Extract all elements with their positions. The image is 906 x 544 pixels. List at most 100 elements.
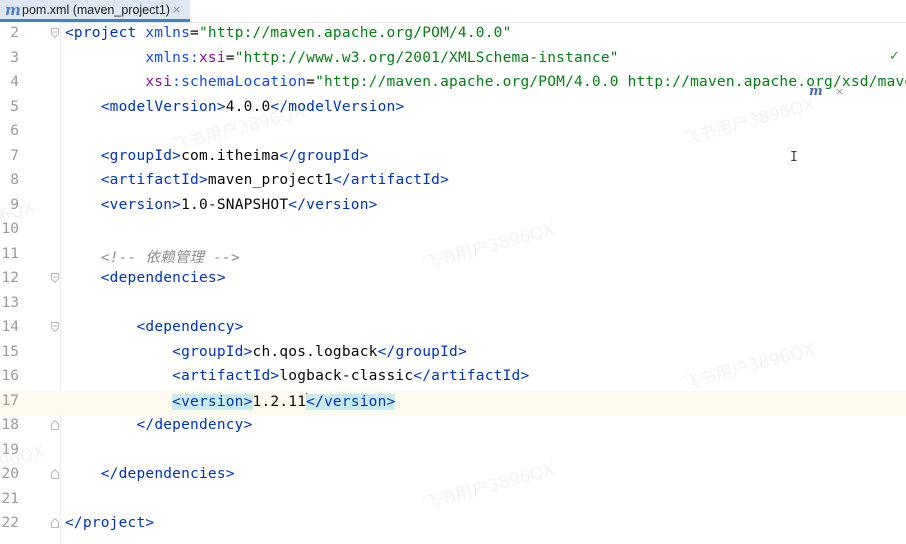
code-editor[interactable]: 2 <project xmlns="http://maven.apache.org… [0,22,906,544]
code-line[interactable]: 18 </dependency> [0,415,906,440]
code-token: 1.0-SNAPSHOT [181,196,289,213]
line-number: 22 [1,515,19,531]
code-text[interactable]: <dependencies> [65,270,226,286]
line-number: 15 [1,343,19,360]
code-line[interactable]: 12 <dependencies> [0,268,906,293]
code-token: ch.qos.logback [252,343,378,360]
tab-title: pom.xml (maven_project1) [22,3,170,17]
fold-close-icon[interactable] [51,518,59,528]
fold-close-icon[interactable] [51,420,59,430]
code-line[interactable]: 10 [0,219,906,244]
code-text[interactable]: </dependencies> [65,466,235,482]
code-token: xmlns: [145,49,199,66]
code-line[interactable]: 13 [0,293,906,318]
code-token: com.itheima [181,147,280,164]
code-text[interactable]: <version>1.2.11</version> [65,392,396,410]
code-line[interactable]: 22 </project> [0,513,906,538]
code-token: </groupId> [377,343,467,360]
code-line[interactable]: 6 [0,121,906,146]
code-token: <dependency> [136,319,244,335]
code-text[interactable]: <groupId>com.itheima</groupId> [65,148,369,164]
code-token: </version> [288,196,378,213]
code-line[interactable]: 16 <artifactId>logback-classic</artifact… [0,366,906,391]
code-line[interactable]: 7 <groupId>com.itheima</groupId> [0,146,906,171]
code-line[interactable]: 21 [0,489,906,514]
tab-pom-xml[interactable]: m pom.xml (maven_project1) × [0,0,190,22]
fold-close-icon[interactable] [51,469,59,479]
line-number: 4 [10,74,19,90]
checkmark-icon[interactable]: ✓ [889,49,900,64]
code-text[interactable]: <groupId>ch.qos.logback</groupId> [65,344,467,360]
line-number: 18 [1,417,19,433]
code-line[interactable]: 15 <groupId>ch.qos.logback</groupId> [0,342,906,367]
code-token: <groupId> [100,147,182,164]
line-number: 10 [1,221,19,237]
fold-open-icon[interactable] [51,28,59,38]
code-text[interactable]: xmlns:xsi="http://www.w3.org/2001/XMLSch… [65,50,619,66]
code-token: "http://maven.apache.org/POM/4.0.0" [198,25,512,41]
code-token: <groupId> [172,343,253,360]
line-number: 8 [10,172,19,188]
code-token: 1.2.11 [252,393,307,410]
code-text[interactable]: xsi:schemaLocation="http://maven.apache.… [65,74,906,90]
code-token: </artifactId> [413,368,530,384]
code-token: 4.0.0 [225,98,271,115]
code-text[interactable]: </dependency> [65,417,253,433]
code-line[interactable]: 3 xmlns:xsi="http://www.w3.org/2001/XMLS… [0,48,906,73]
line-number: 5 [10,98,19,115]
code-text[interactable]: <version>1.0-SNAPSHOT</version> [65,197,378,213]
code-text[interactable]: <artifactId>maven_project1</artifactId> [65,172,449,188]
code-token: xsi [198,49,226,66]
code-token: <dependencies> [100,270,226,286]
code-line[interactable]: 17 <version>1.2.11</version> [0,390,906,415]
code-token: </artifactId> [332,172,450,188]
fold-open-icon[interactable] [51,322,59,332]
line-number: 19 [1,441,19,458]
code-token: <artifactId> [100,172,208,188]
maven-reload-icon[interactable]: m [809,84,823,99]
code-text[interactable]: <project xmlns="http://maven.apache.org/… [65,25,512,41]
code-token: </dependencies> [100,466,235,482]
code-line[interactable]: 19 [0,440,906,465]
code-line[interactable]: 2 <project xmlns="http://maven.apache.org… [0,23,906,48]
maven-m-icon: m [5,1,21,19]
code-token: = [306,74,316,90]
code-text[interactable]: </project> [65,515,154,531]
code-line[interactable]: 8 <artifactId>maven_project1</artifactId… [0,170,906,195]
code-text[interactable]: <artifactId>logback-classic</artifactId> [65,368,529,384]
line-number: 14 [1,319,19,335]
code-line[interactable]: 14 <dependency> [0,317,906,342]
code-line[interactable]: 11 <!-- 依赖管理 --> [0,244,906,269]
line-number: 11 [1,245,19,262]
line-number: 6 [10,123,19,139]
code-text[interactable]: <modelVersion>4.0.0</modelVersion> [65,99,404,115]
code-line[interactable]: 4 xsi:schemaLocation="http://maven.apach… [0,72,906,97]
line-number: 17 [1,392,19,409]
code-line[interactable]: 9 <version>1.0-SNAPSHOT</version> [0,195,906,220]
code-token: <modelVersion> [100,98,226,115]
code-line[interactable]: 20 </dependencies> [0,464,906,489]
code-token: <!-- 依赖管理 --> [100,249,240,266]
code-token: maven_project1 [207,172,333,188]
code-token: :schemaLocation [172,74,307,90]
code-line[interactable]: 5 <modelVersion>4.0.0</modelVersion> [0,97,906,122]
code-text[interactable]: <dependency> [65,319,244,335]
close-icon[interactable]: × [835,85,844,98]
code-token: = [225,49,235,66]
code-token: </version> [306,393,396,410]
code-token: xmlns [145,25,191,41]
code-text[interactable]: <!-- 依赖管理 --> [65,246,240,267]
close-icon[interactable]: × [172,3,181,16]
fold-open-icon[interactable] [51,273,59,283]
code-token: = [190,25,199,41]
